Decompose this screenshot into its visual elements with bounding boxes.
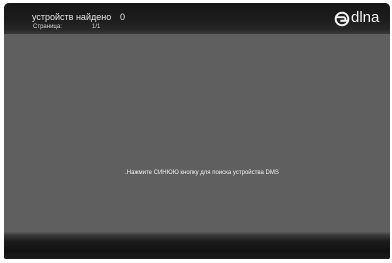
- search-hint-text: .Нажмите СИНЮЮ кнопку для поиска устройс…: [125, 170, 279, 176]
- devices-found-count: 0: [120, 12, 126, 22]
- tv-frame: устройств найдено 0 Страница: 1/1 dlna .…: [4, 3, 390, 259]
- dlna-logo-text: dlna: [351, 9, 380, 26]
- device-list-area: .Нажмите СИНЮЮ кнопку для поиска устройс…: [4, 34, 390, 232]
- page-value: 1/1: [92, 24, 101, 30]
- screen: устройств найдено 0 Страница: 1/1 dlna .…: [0, 0, 392, 263]
- header-bar: устройств найдено 0 Страница: 1/1 dlna: [4, 3, 390, 34]
- footer-bar: [4, 232, 390, 259]
- dlna-logo-icon: [334, 11, 350, 27]
- page-label: Страница:: [33, 24, 62, 30]
- devices-found-label: устройств найдено: [32, 12, 112, 22]
- dlna-logo: dlna: [334, 9, 390, 28]
